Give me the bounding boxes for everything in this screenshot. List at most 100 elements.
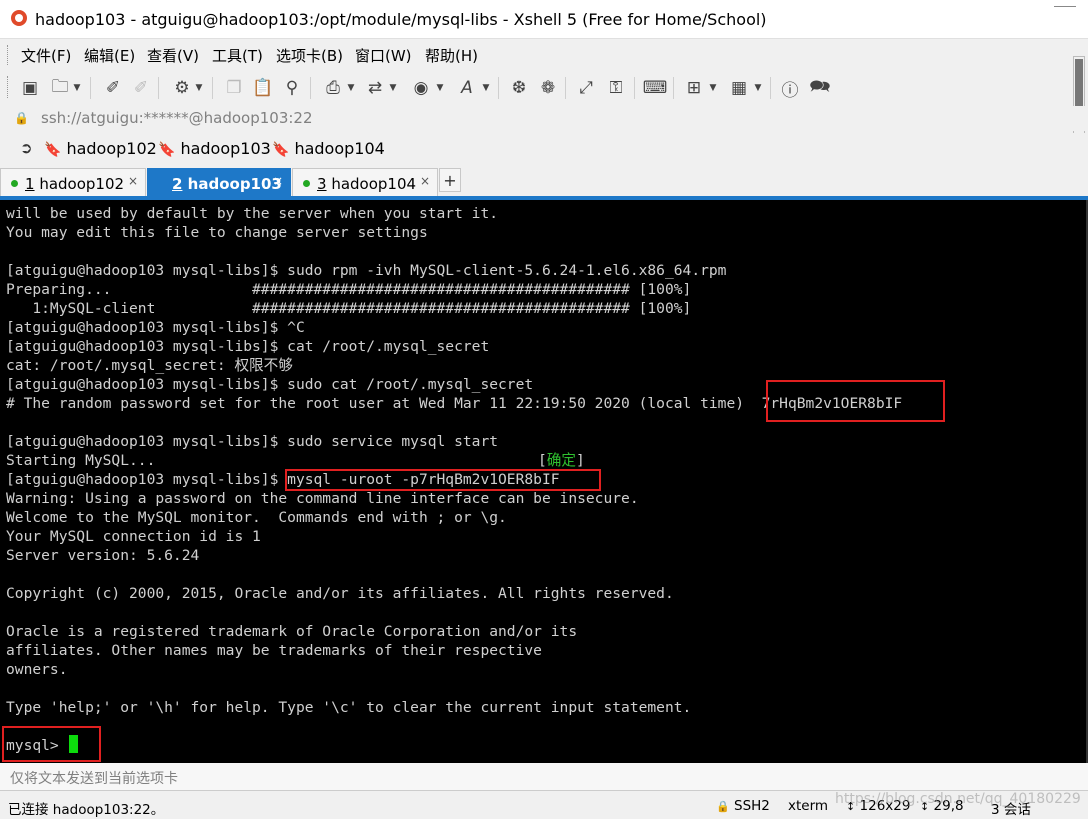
toolbar-separator [212,77,213,99]
menu-help[interactable]: 帮助(H) [425,45,478,66]
links-bar: ➲ 🔖 hadoop102 🔖 hadoop103 🔖 hadoop104 [0,133,1088,163]
bookmark-icon: 🔖 [158,142,176,158]
terminal-line: cat: /root/.mysql_secret: 权限不够 [6,357,293,374]
links-arrow-icon[interactable]: ➲ [20,139,33,157]
lock-icon[interactable]: ⚿ [605,77,627,99]
disconnect-icon[interactable]: ✐ [130,77,152,99]
compose-bar[interactable]: 仅将文本发送到当前选项卡 [0,763,1088,791]
fullscreen-icon[interactable]: ⤢ [575,77,597,99]
menu-view[interactable]: 查看(V) [147,45,199,66]
tab-label: 3 hadoop104 [317,175,417,193]
globe-icon[interactable]: ◉ [410,77,432,99]
toolbar-separator [634,77,635,99]
font-dropdown-icon[interactable]: ▼ [482,80,490,96]
terminal-line: Welcome to the MySQL monitor. Commands e… [6,509,507,526]
globe-dropdown-icon[interactable]: ▼ [436,80,444,96]
highlight-login-command-box [285,469,601,491]
xshell-logo-icon [11,10,27,26]
highlight-password-box [766,380,945,422]
toolbar: ▣ 🗀 ▼ ✐ ✐ ⚙ ▼ ❐ 📋 ⚲ ⎙ ▼ ⇄ ▼ ◉ ▼ A ▼ ❆ ❁ … [0,68,1088,106]
xftp-icon[interactable]: ❆ [508,77,530,99]
status-connection: 已连接 hadoop103:22。 [8,802,165,818]
tab-label: 1 hadoop102 [25,175,125,193]
menu-tools[interactable]: 工具(T) [212,45,263,66]
transfer-icon[interactable]: ⇄ [364,77,386,99]
minimize-button[interactable] [1042,0,1088,30]
terminal-line: Warning: Using a password on the command… [6,490,639,507]
bookmark-icon: 🔖 [272,142,290,158]
xmanager-icon[interactable]: ❁ [537,77,559,99]
terminal-line: mysql> [6,737,68,754]
properties-icon[interactable]: ⚙ [171,77,193,99]
terminal[interactable]: will be used by default by the server wh… [0,200,1088,763]
watermark: https://blog.csdn.net/qq_40180229 [835,791,1081,807]
find-icon[interactable]: ⚲ [281,77,303,99]
menu-file[interactable]: 文件(F) [21,45,71,66]
copy-icon[interactable]: ❐ [223,77,245,99]
menu-tabs[interactable]: 选项卡(B) [276,45,343,66]
open-dropdown-icon[interactable]: ▼ [73,80,81,96]
open-folder-icon[interactable]: 🗀 [49,77,71,99]
new-tab-dropdown-icon[interactable]: ▼ [709,80,717,96]
terminal-line: Server version: 5.6.24 [6,547,200,564]
close-icon[interactable]: × [420,174,430,188]
menu-window[interactable]: 窗口(W) [355,45,412,66]
highlight-mysql-prompt-box [2,726,101,762]
toolbar-separator [90,77,91,99]
terminal-line: You may edit this file to change server … [6,224,428,241]
help-icon[interactable]: ⓘ [779,77,801,101]
font-icon[interactable]: A [456,77,478,99]
chat-icon[interactable]: 🗪 [809,77,831,99]
layout-dropdown-icon[interactable]: ▼ [754,80,762,96]
toolbar-grip[interactable] [7,76,11,98]
new-session-icon[interactable]: ▣ [19,77,41,99]
print-icon[interactable]: ⎙ [322,77,344,99]
link-label: hadoop103 [180,139,271,158]
print-dropdown-icon[interactable]: ▼ [347,80,355,96]
terminal-line: affiliates. Other names may be trademark… [6,642,542,659]
terminal-line: Your MySQL connection id is 1 [6,528,261,545]
transfer-dropdown-icon[interactable]: ▼ [389,80,397,96]
tab-bar: 1 hadoop102 × 2 hadoop103 × 3 hadoop104 … [0,165,1088,197]
terminal-line: [atguigu@hadoop103 mysql-libs]$ ^C [6,319,305,336]
compose-placeholder: 仅将文本发送到当前选项卡 [10,771,178,787]
add-tab-button[interactable]: + [439,168,461,192]
toolbar-separator [673,77,674,99]
terminal-line: Preparing... ###########################… [6,281,692,298]
window-title: hadoop103 - atguigu@hadoop103:/opt/modul… [35,10,767,29]
new-tab-icon[interactable]: ⊞ [683,77,705,99]
reconnect-icon[interactable]: ✐ [102,77,124,99]
toolbar-separator [565,77,566,99]
terminal-line: Copyright (c) 2000, 2015, Oracle and/or … [6,585,674,602]
service-ok-status: [确定] [538,452,585,469]
toolbar-separator [770,77,771,99]
keyboard-icon[interactable]: ⌨ [643,77,668,99]
tab-hadoop102[interactable]: 1 hadoop102 × [0,168,146,197]
terminal-line: [atguigu@hadoop103 mysql-libs]$ sudo ser… [6,433,499,450]
menu-edit[interactable]: 编辑(E) [84,45,135,66]
close-icon[interactable]: × [273,174,283,188]
terminal-line: 1:MySQL-client #########################… [6,300,692,317]
link-hadoop103[interactable]: 🔖 hadoop103 [158,139,271,158]
layout-icon[interactable]: ▦ [728,77,750,99]
terminal-line: [atguigu@hadoop103 mysql-libs]$ cat /roo… [6,338,490,355]
link-label: hadoop104 [294,139,385,158]
link-hadoop102[interactable]: 🔖 hadoop102 [44,139,157,158]
tab-hadoop104[interactable]: 3 hadoop104 × [292,168,438,197]
paste-icon[interactable]: 📋 [252,77,274,99]
terminal-line: Starting MySQL... [6,452,156,469]
link-hadoop104[interactable]: 🔖 hadoop104 [272,139,385,158]
address-field[interactable]: ssh://atguigu:******@hadoop103:22 [41,109,313,127]
tab-hadoop103[interactable]: 2 hadoop103 × [147,168,291,197]
properties-dropdown-icon[interactable]: ▼ [195,80,203,96]
lock-icon: 🔒 [14,111,29,125]
toolbar-separator [498,77,499,99]
menubar-grip[interactable] [7,45,11,65]
menu-bar: 文件(F) 编辑(E) 查看(V) 工具(T) 选项卡(B) 窗口(W) 帮助(… [0,38,1088,69]
connected-dot-icon [303,180,310,187]
close-icon[interactable]: × [128,174,138,188]
